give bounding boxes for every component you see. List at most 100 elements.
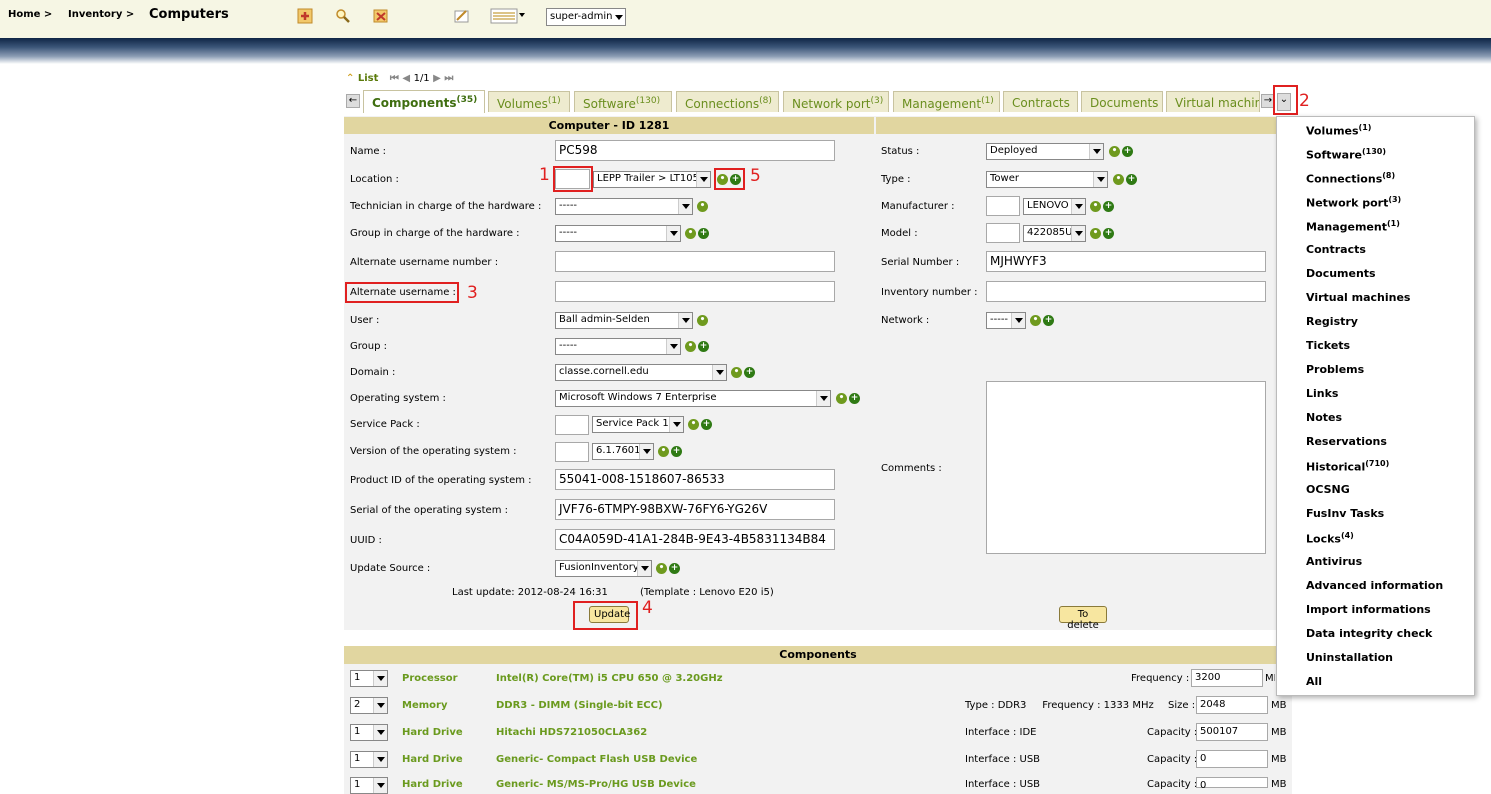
add-icon[interactable]: +	[701, 419, 712, 430]
search-icon[interactable]	[335, 8, 351, 24]
search-icon[interactable]: •	[1090, 228, 1101, 239]
add-icon[interactable]: +	[669, 563, 680, 574]
menu-item-uninstallation[interactable]: Uninstallation	[1306, 651, 1393, 664]
search-icon[interactable]: •	[1109, 146, 1120, 157]
qty-select[interactable]: 1	[350, 670, 388, 687]
tab-network-port[interactable]: Network port(3)	[783, 91, 889, 112]
component-name[interactable]: Generic- MS/MS-Pro/HG USB Device	[496, 779, 696, 790]
tab-management[interactable]: Management(1)	[893, 91, 1000, 112]
user-select[interactable]: Ball admin-Selden	[555, 312, 693, 329]
add-icon[interactable]: +	[1103, 201, 1114, 212]
component-type[interactable]: Memory	[402, 700, 447, 711]
technician-select[interactable]: -----	[555, 198, 693, 215]
tab-software[interactable]: Software(130)	[574, 91, 672, 112]
menu-item-links[interactable]: Links	[1306, 387, 1338, 400]
menu-item-locks[interactable]: Locks(4)	[1306, 531, 1354, 546]
add-icon[interactable]	[297, 8, 313, 24]
list-view-icon[interactable]	[490, 8, 526, 24]
component-value-input[interactable]: 500107	[1196, 723, 1268, 741]
menu-item-all[interactable]: All	[1306, 675, 1322, 688]
search-icon[interactable]: •	[731, 367, 742, 378]
search-icon[interactable]: •	[697, 201, 708, 212]
status-select[interactable]: Deployed	[986, 143, 1104, 160]
add-icon[interactable]: +	[1122, 146, 1133, 157]
tab-volumes[interactable]: Volumes(1)	[488, 91, 570, 112]
menu-item-management[interactable]: Management(1)	[1306, 219, 1400, 234]
search-icon[interactable]: •	[658, 446, 669, 457]
tab-virtual-machines[interactable]: Virtual machin	[1166, 91, 1260, 112]
menu-item-notes[interactable]: Notes	[1306, 411, 1342, 424]
qty-select[interactable]: 1	[350, 777, 388, 794]
add-icon[interactable]: +	[671, 446, 682, 457]
add-icon[interactable]: +	[1103, 228, 1114, 239]
alt-username-input[interactable]	[555, 281, 835, 302]
tab-components[interactable]: Components(35)	[363, 90, 485, 113]
menu-item-documents[interactable]: Documents	[1306, 267, 1376, 280]
product-id-input[interactable]: 55041-008-1518607-86533	[555, 469, 835, 490]
add-icon[interactable]: +	[698, 341, 709, 352]
search-icon[interactable]: •	[685, 228, 696, 239]
add-icon[interactable]: +	[744, 367, 755, 378]
add-icon[interactable]: +	[849, 393, 860, 404]
type-select[interactable]: Tower	[986, 171, 1108, 188]
comments-textarea[interactable]	[986, 381, 1266, 554]
update-source-select[interactable]: FusionInventory	[555, 560, 652, 577]
qty-select[interactable]: 1	[350, 724, 388, 741]
add-icon[interactable]: +	[1043, 315, 1054, 326]
search-icon[interactable]: •	[656, 563, 667, 574]
network-select[interactable]: -----	[986, 312, 1026, 329]
serial-number-input[interactable]: MJHWYF3	[986, 251, 1266, 272]
manufacturer-select[interactable]: LENOVO	[1023, 198, 1086, 215]
search-icon[interactable]: •	[697, 315, 708, 326]
menu-item-virtual-machines[interactable]: Virtual machines	[1306, 291, 1410, 304]
domain-select[interactable]: classe.cornell.edu	[555, 364, 727, 381]
menu-item-advanced-information[interactable]: Advanced information	[1306, 579, 1443, 592]
menu-item-antivirus[interactable]: Antivirus	[1306, 555, 1362, 568]
menu-item-volumes[interactable]: Volumes(1)	[1306, 123, 1371, 138]
menu-item-ocsng[interactable]: OCSNG	[1306, 483, 1350, 496]
alt-username-number-input[interactable]	[555, 251, 835, 272]
inventory-number-input[interactable]	[986, 281, 1266, 302]
manufacturer-filter-input[interactable]	[986, 196, 1020, 216]
menu-item-connections[interactable]: Connections(8)	[1306, 171, 1395, 186]
service-pack-select[interactable]: Service Pack 1	[592, 416, 684, 433]
up-arrow-icon[interactable]: ⌃	[346, 73, 354, 84]
tab-scroll-left-icon[interactable]: ←	[346, 94, 360, 108]
menu-item-registry[interactable]: Registry	[1306, 315, 1358, 328]
menu-item-software[interactable]: Software(130)	[1306, 147, 1386, 162]
os-select[interactable]: Microsoft Windows 7 Enterprise	[555, 390, 831, 407]
menu-item-import-informations[interactable]: Import informations	[1306, 603, 1431, 616]
component-value-input[interactable]: 3200	[1191, 669, 1263, 687]
first-page-icon[interactable]: ⏮	[390, 73, 399, 84]
next-page-icon[interactable]: ▶	[433, 73, 441, 84]
component-name[interactable]: Generic- Compact Flash USB Device	[496, 754, 697, 765]
search-icon[interactable]: •	[688, 419, 699, 430]
component-value-input[interactable]: 0	[1196, 750, 1268, 768]
page-title[interactable]: Computers	[149, 7, 229, 22]
search-icon[interactable]: •	[836, 393, 847, 404]
group-tech-select[interactable]: -----	[555, 225, 681, 242]
component-value-input[interactable]: 2048	[1196, 696, 1268, 714]
os-version-select[interactable]: 6.1.7601	[592, 443, 654, 460]
delete-button[interactable]: To delete	[1059, 606, 1107, 631]
component-type[interactable]: Hard Drive	[402, 727, 463, 738]
add-icon[interactable]: +	[698, 228, 709, 239]
search-icon[interactable]: •	[1090, 201, 1101, 212]
location-select[interactable]: LEPP Trailer > LT105	[593, 171, 711, 188]
menu-item-problems[interactable]: Problems	[1306, 363, 1364, 376]
bookmark-icon[interactable]	[454, 8, 470, 24]
tab-contracts[interactable]: Contracts	[1003, 91, 1078, 112]
component-name[interactable]: Intel(R) Core(TM) i5 CPU 650 @ 3.20GHz	[496, 673, 723, 684]
model-select[interactable]: 422085U	[1023, 225, 1086, 242]
menu-item-network-port[interactable]: Network port(3)	[1306, 195, 1401, 210]
add-icon[interactable]: +	[1126, 174, 1137, 185]
menu-item-data-integrity-check[interactable]: Data integrity check	[1306, 627, 1432, 640]
profile-select[interactable]: super-admin	[546, 8, 626, 26]
component-name[interactable]: Hitachi HDS721050CLA362	[496, 727, 647, 738]
search-icon[interactable]: •	[1030, 315, 1041, 326]
component-name[interactable]: DDR3 - DIMM (Single-bit ECC)	[496, 700, 663, 711]
component-type[interactable]: Hard Drive	[402, 754, 463, 765]
menu-item-historical[interactable]: Historical(710)	[1306, 459, 1389, 474]
os-serial-input[interactable]: JVF76-6TMPY-98BXW-76FY6-YG26V	[555, 499, 835, 520]
qty-select[interactable]: 1	[350, 751, 388, 768]
